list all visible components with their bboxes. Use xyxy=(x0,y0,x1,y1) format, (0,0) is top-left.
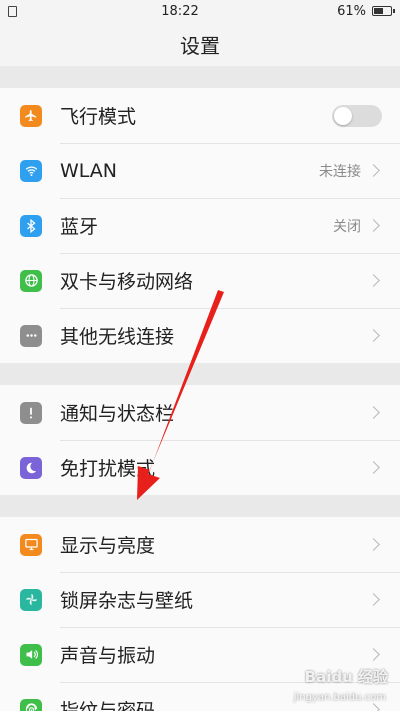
settings-row[interactable]: 其他无线连接 xyxy=(0,308,400,363)
settings-row[interactable]: 通知与状态栏 xyxy=(0,385,400,440)
fingerprint-icon xyxy=(20,698,42,711)
settings-list: 飞行模式 WLAN 未连接 蓝牙 关闭 双卡与移动网络 其他无线连接 通知与状态栏 免打扰模式显… xyxy=(0,66,400,711)
chevron-right-icon xyxy=(367,329,380,342)
chevron-right-icon xyxy=(367,164,380,177)
page-header: 设置 xyxy=(0,22,400,66)
pinwheel-icon xyxy=(20,588,42,611)
settings-row[interactable]: 显示与亮度 xyxy=(0,517,400,572)
section-gap xyxy=(0,66,400,88)
settings-section: 飞行模式 WLAN 未连接蓝牙 关闭双卡与移动网络 其他无线连接 xyxy=(0,88,400,363)
globe-icon xyxy=(20,269,42,292)
settings-row-label: 锁屏杂志与壁纸 xyxy=(60,590,194,612)
sim-card-icon xyxy=(8,5,17,17)
settings-row[interactable]: WLAN 未连接 xyxy=(0,143,400,198)
wifi-icon xyxy=(20,159,42,182)
settings-row[interactable]: 蓝牙 关闭 xyxy=(0,198,400,253)
chevron-right-icon xyxy=(367,461,380,474)
settings-row-label: 通知与状态栏 xyxy=(60,403,175,425)
notification-icon xyxy=(20,401,42,424)
airplane-mode-toggle[interactable] xyxy=(332,104,382,127)
chevron-right-icon xyxy=(367,593,380,606)
watermark-url: jingyan.baidu.com xyxy=(293,692,386,703)
battery-fill xyxy=(374,8,384,14)
settings-section: 通知与状态栏 免打扰模式 xyxy=(0,385,400,495)
bluetooth-icon xyxy=(20,214,42,237)
battery-percent: 61% xyxy=(337,3,366,19)
settings-row-label: 显示与亮度 xyxy=(60,535,156,557)
chevron-right-icon xyxy=(367,274,380,287)
more-dots-icon xyxy=(20,324,42,347)
settings-row-label: 蓝牙 xyxy=(60,216,99,238)
settings-row-label: 其他无线连接 xyxy=(60,326,175,348)
settings-row[interactable]: 锁屏杂志与壁纸 xyxy=(0,572,400,627)
settings-row[interactable]: 免打扰模式 xyxy=(0,440,400,495)
page-title: 设置 xyxy=(180,33,220,58)
section-gap xyxy=(0,363,400,385)
settings-row-label: WLAN xyxy=(60,159,118,182)
status-bar: 18:22 61% xyxy=(0,0,400,22)
chevron-right-icon xyxy=(367,648,380,661)
settings-row-value: 关闭 xyxy=(333,218,361,235)
settings-row-label: 飞行模式 xyxy=(60,106,137,128)
settings-row[interactable]: 飞行模式 xyxy=(0,88,400,143)
section-gap xyxy=(0,495,400,517)
status-time: 18:22 xyxy=(161,3,199,19)
chevron-right-icon xyxy=(367,703,380,711)
settings-row-label: 双卡与移动网络 xyxy=(60,271,194,293)
moon-icon xyxy=(20,456,42,479)
airplane-icon xyxy=(20,104,42,127)
battery-icon xyxy=(372,6,395,16)
chevron-right-icon xyxy=(367,406,380,419)
display-icon xyxy=(20,533,42,556)
speaker-icon xyxy=(20,643,42,666)
chevron-right-icon xyxy=(367,538,380,551)
settings-row-label: 声音与振动 xyxy=(60,645,156,667)
toggle-knob xyxy=(334,106,352,125)
watermark-brand: Baidu 经验 xyxy=(304,668,388,686)
chevron-right-icon xyxy=(367,219,380,232)
settings-row-value: 未连接 xyxy=(319,163,361,180)
settings-row-label: 免打扰模式 xyxy=(60,458,156,480)
settings-row[interactable]: 双卡与移动网络 xyxy=(0,253,400,308)
